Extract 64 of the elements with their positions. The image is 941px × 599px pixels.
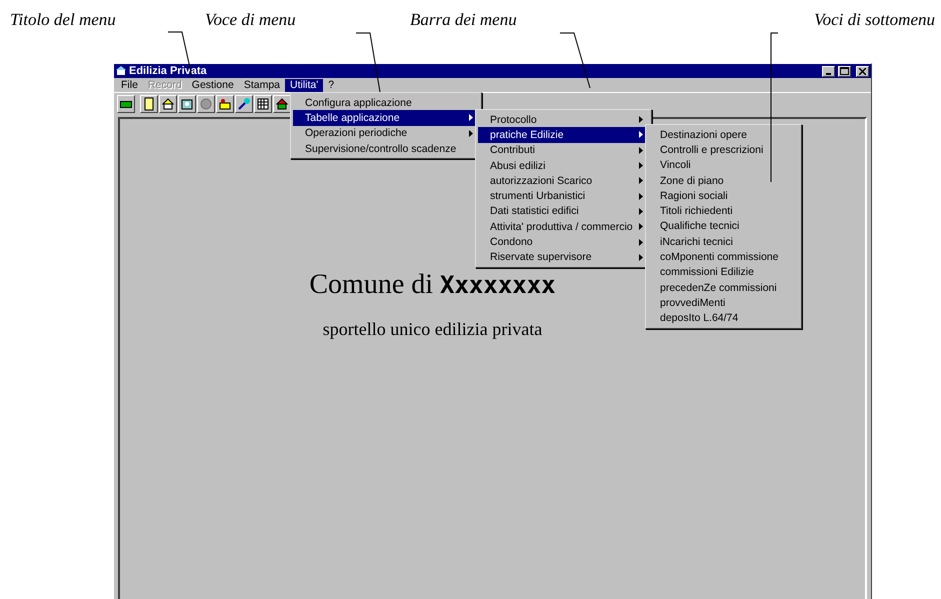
menu-title[interactable]: Utilita' — [285, 78, 324, 92]
menu-item[interactable]: Vincoli — [648, 158, 799, 173]
menu-item[interactable]: Protocollo — [478, 112, 649, 128]
menu-title[interactable]: Stampa — [238, 78, 285, 92]
minimize-button[interactable] — [822, 66, 835, 76]
menu-item[interactable]: Ragioni sociali — [648, 188, 799, 204]
toolbar-button[interactable] — [216, 95, 234, 113]
toolbar-button[interactable] — [235, 95, 253, 113]
grid-icon — [256, 97, 270, 111]
menu-item[interactable]: autorizzazioni Scarico — [478, 173, 649, 188]
submenu-arrow-icon — [639, 146, 643, 154]
menu-title[interactable]: Gestione — [186, 78, 239, 92]
menu-item[interactable]: Zone di piano — [648, 172, 799, 188]
menu-item[interactable]: iNcarichi tecnici — [648, 234, 799, 250]
callout-label: Barra dei menu — [410, 10, 517, 30]
close-icon — [859, 68, 866, 74]
submenu-arrow-icon — [469, 114, 473, 122]
menu-item[interactable]: strumenti Urbanistici — [478, 188, 649, 204]
menu-item[interactable]: provvediMenti — [648, 295, 799, 311]
menu-item[interactable]: deposIto L.64/74 — [648, 310, 799, 326]
key-icon — [218, 97, 232, 111]
menu-item[interactable]: Contributi — [478, 142, 649, 158]
window-title: Edilizia Privata — [129, 65, 208, 77]
toolbar-button[interactable] — [254, 95, 272, 113]
menu-item[interactable]: Destinazioni opere — [648, 127, 799, 142]
callout-label: Voci di sottomenu — [814, 10, 935, 30]
menu-item[interactable]: coMponenti commissione — [648, 249, 799, 265]
close-button[interactable] — [856, 66, 869, 76]
menu-item[interactable]: Qualifiche tecnici — [648, 218, 799, 234]
menu-title[interactable]: ? — [323, 78, 340, 92]
menu-item[interactable]: Controlli e prescrizioni — [648, 142, 799, 158]
submenu-arrow-icon — [469, 130, 473, 137]
subtitle: sportello unico edilizia privata — [322, 319, 542, 340]
menu-item[interactable]: Abusi edilizi — [478, 158, 649, 174]
menu-item[interactable]: Titoli richiedenti — [648, 203, 799, 219]
menu-item[interactable]: Configura applicazione — [293, 95, 479, 110]
toolbar-button[interactable] — [178, 95, 196, 113]
tool-icon — [237, 97, 251, 111]
menu-item[interactable]: precedenZe commissioni — [648, 280, 799, 296]
menu-title[interactable]: File — [116, 78, 143, 92]
menu-item[interactable]: Dati statistici edifici — [478, 204, 649, 220]
menu-item[interactable]: Supervisione/controllo scadenze — [293, 140, 479, 156]
leader-line — [560, 32, 590, 88]
menu-item[interactable]: Attivita' produttiva / commercio — [478, 219, 649, 234]
toolbar-button[interactable] — [197, 95, 215, 113]
house-icon — [161, 97, 175, 111]
maximize-icon — [840, 67, 849, 75]
leader-line — [356, 32, 380, 92]
maximize-button[interactable] — [838, 66, 851, 76]
document-icon — [142, 97, 156, 111]
app-icon — [116, 66, 126, 76]
toolbar-button[interactable] — [117, 95, 135, 113]
menu-item[interactable]: commissioni Edilizie — [648, 264, 799, 280]
callout-label: Voce di menu — [205, 10, 296, 30]
toolbar-button[interactable] — [159, 95, 177, 113]
menu-item[interactable]: Riservate supervisore — [478, 250, 649, 265]
callout-label: Titolo del menu — [10, 10, 116, 30]
toolbar-button[interactable] — [140, 95, 158, 113]
menu-item[interactable]: Operazioni periodiche — [293, 126, 479, 141]
heading: Comune di Xxxxxxxx — [309, 269, 556, 301]
toolbar-button[interactable] — [273, 95, 291, 113]
submenu-arrow-icon — [639, 223, 643, 230]
house-icon — [275, 97, 289, 111]
menu-item[interactable]: Condono — [478, 234, 649, 250]
